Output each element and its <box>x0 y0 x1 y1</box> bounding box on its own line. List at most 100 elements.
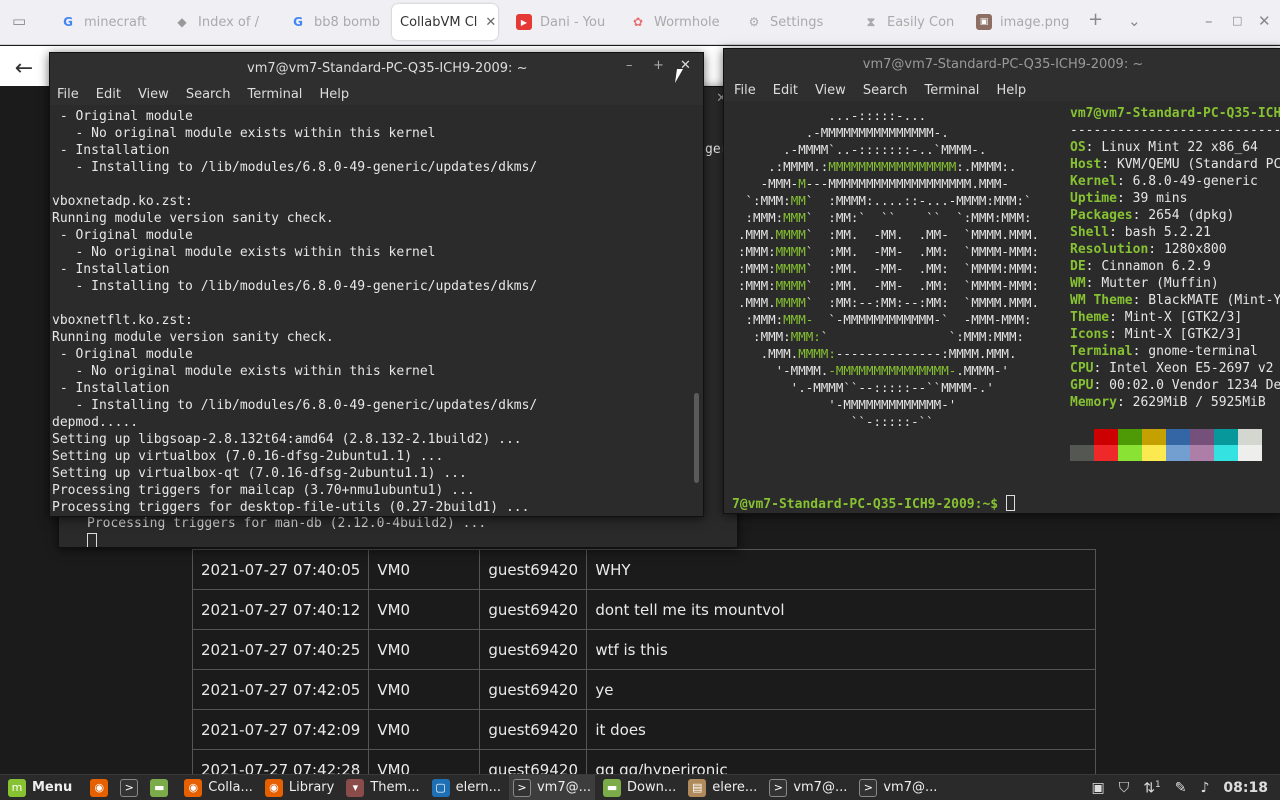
clock[interactable]: 08:18 <box>1223 780 1268 796</box>
taskbar-window-archive[interactable]: ▤ elere... <box>684 775 761 800</box>
taskbar-window-virtualbox[interactable]: ▢ elern... <box>428 775 505 800</box>
info-key: WM Theme <box>1070 293 1133 308</box>
new-tab-icon[interactable]: + <box>1088 9 1103 30</box>
maximize-icon[interactable]: + <box>653 58 664 73</box>
message-cell: wtf is this <box>586 629 1097 670</box>
taskbar-window-themes[interactable]: ▾ Them... <box>342 775 423 800</box>
theme-icon: ▾ <box>346 778 365 797</box>
menu-file[interactable]: File <box>57 87 79 102</box>
menu-button[interactable]: m Menu <box>0 775 84 800</box>
network-icon[interactable]: ⇅1 <box>1143 780 1160 797</box>
google-icon: G <box>63 15 73 29</box>
taskbar-window-downloads[interactable]: ▬ Down... <box>599 775 680 800</box>
timestamp-cell: 2021-07-27 07:40:25 <box>191 629 370 670</box>
minimize-icon[interactable]: – <box>626 58 633 73</box>
menu-terminal[interactable]: Terminal <box>924 83 979 98</box>
chevron-down-icon[interactable]: ⌄ <box>1128 12 1141 30</box>
info-key: Kernel <box>1070 174 1117 189</box>
network-badge: 1 <box>1155 779 1161 790</box>
wormhole-icon: ✿ <box>632 15 644 29</box>
terminal-cursor <box>87 533 97 547</box>
taskbar-label: Them... <box>370 780 420 795</box>
minimize-icon[interactable]: – <box>1205 12 1213 30</box>
vm-cell: VM0 <box>368 669 481 710</box>
menu-edit[interactable]: Edit <box>96 87 121 102</box>
window-titlebar[interactable]: vm7@vm7-Standard-PC-Q35-ICH9-2009: ~ <box>724 49 1280 79</box>
folder-launcher-icon[interactable]: ▬ <box>150 778 169 797</box>
tab-label: Index of / <box>198 14 259 30</box>
info-key: DE <box>1070 259 1086 274</box>
terminal-menubar: File Edit View Search Terminal Help <box>724 79 1280 101</box>
taskbar: m Menu ◉ > ▬ ◉ Colla... ◉ Library ▾ Them… <box>0 774 1280 800</box>
pen-icon[interactable]: ✎ <box>1175 780 1187 796</box>
info-value: Intel Xeon E5-2697 v2 <box>1109 361 1274 376</box>
taskbar-label: elere... <box>712 780 758 795</box>
tab-collabvm[interactable]: CollabVM Cl ✕ <box>392 4 498 40</box>
maximize-icon[interactable]: □ <box>1232 14 1242 27</box>
shield-icon[interactable]: ⛉ <box>1119 780 1130 796</box>
taskbar-label: vm7@... <box>793 780 848 795</box>
update-manager-icon[interactable]: ▣ <box>1092 780 1105 796</box>
taskbar-window-library[interactable]: ◉ Library <box>261 775 338 800</box>
terminal-output-line: Running module version sanity check. <box>52 330 334 345</box>
menu-search[interactable]: Search <box>863 83 908 98</box>
menu-edit[interactable]: Edit <box>773 83 798 98</box>
sound-icon[interactable]: ♪ <box>1200 780 1209 796</box>
window-titlebar[interactable]: vm7@vm7-Standard-PC-Q35-ICH9-2009: ~ <box>50 53 703 83</box>
vm-cell: VM0 <box>368 589 481 630</box>
tab-overview-icon[interactable]: ▭ <box>12 12 26 30</box>
tab-bb8-bomb[interactable]: G bb8 bomb <box>282 4 390 40</box>
terminal-output-line: Setting up libgsoap-2.8.132t64:amd64 (2.… <box>52 432 522 447</box>
menu-file[interactable]: File <box>734 83 756 98</box>
taskbar-window-terminal-1[interactable]: > vm7@... <box>508 774 596 800</box>
menu-terminal[interactable]: Terminal <box>247 87 302 102</box>
message-cell: WHY <box>586 549 1097 590</box>
tab-settings[interactable]: ⚙ Settings <box>738 4 850 40</box>
terminal-output-line: Processing triggers for desktop-file-uti… <box>52 500 530 515</box>
info-value: 00:02.0 Vendor 1234 De <box>1109 378 1280 393</box>
menu-view[interactable]: View <box>815 83 846 98</box>
gear-icon: ⚙ <box>748 15 760 29</box>
info-key: Icons <box>1070 327 1110 342</box>
taskbar-window-terminal-2[interactable]: > vm7@... <box>765 775 851 800</box>
terminal-scrollbar[interactable] <box>694 393 699 483</box>
menu-help[interactable]: Help <box>319 87 349 102</box>
mint-logo-icon: m <box>8 778 26 797</box>
terminal-output-line: - Original module <box>52 109 193 124</box>
taskbar-window-collabvm[interactable]: ◉ Colla... <box>180 775 257 800</box>
tab-label: bb8 bomb <box>314 14 381 30</box>
back-arrow-icon[interactable]: ← <box>8 52 40 84</box>
menu-help[interactable]: Help <box>996 83 1026 98</box>
hourglass-icon: ⧗ <box>866 14 876 29</box>
tab-wormhole[interactable]: ✿ Wormhole <box>622 4 734 40</box>
window-title: vm7@vm7-Standard-PC-Q35-ICH9-2009: ~ <box>862 56 1144 72</box>
tab-dani-youtube[interactable]: ▶ Dani - You <box>508 4 618 40</box>
tab-label: image.png <box>1000 14 1070 30</box>
tab-image-png[interactable]: ▣ image.png <box>968 4 1080 40</box>
tab-label: Settings <box>770 14 824 30</box>
taskbar-window-terminal-3[interactable]: > vm7@... <box>855 775 941 800</box>
info-key: WM <box>1070 276 1086 291</box>
tab-easily-con[interactable]: ⧗ Easily Con <box>855 4 967 40</box>
terminal-window-neofetch[interactable]: vm7@vm7-Standard-PC-Q35-ICH9-2009: ~ Fil… <box>723 48 1280 514</box>
terminal-launcher-icon[interactable]: > <box>120 778 139 797</box>
info-key: Uptime <box>1070 191 1117 206</box>
firefox-icon: ◉ <box>184 778 203 797</box>
color-swatch <box>1166 445 1190 461</box>
close-tab-icon[interactable]: ✕ <box>485 15 496 30</box>
tab-label: Easily Con <box>887 14 955 30</box>
info-value: BlackMATE (Mint-Y <box>1148 293 1280 308</box>
terminal-window-install-log[interactable]: vm7@vm7-Standard-PC-Q35-ICH9-2009: ~ – +… <box>49 52 704 517</box>
tab-minecraft[interactable]: G minecraft <box>52 4 164 40</box>
menu-search[interactable]: Search <box>186 87 231 102</box>
taskbar-label: Down... <box>627 780 677 795</box>
google-icon: G <box>293 15 303 29</box>
close-window-icon[interactable]: ✕ <box>1258 12 1271 30</box>
tab-index-of[interactable]: ◆ Index of / <box>166 4 280 40</box>
menu-view[interactable]: View <box>138 87 169 102</box>
info-value: Mutter (Muffin) <box>1101 276 1219 291</box>
firefox-launcher-icon[interactable]: ◉ <box>90 778 109 797</box>
table-row: 2021-07-27 07:42:09 VM0 guest69420 it do… <box>191 709 1097 750</box>
info-value: 1280x800 <box>1163 242 1227 257</box>
